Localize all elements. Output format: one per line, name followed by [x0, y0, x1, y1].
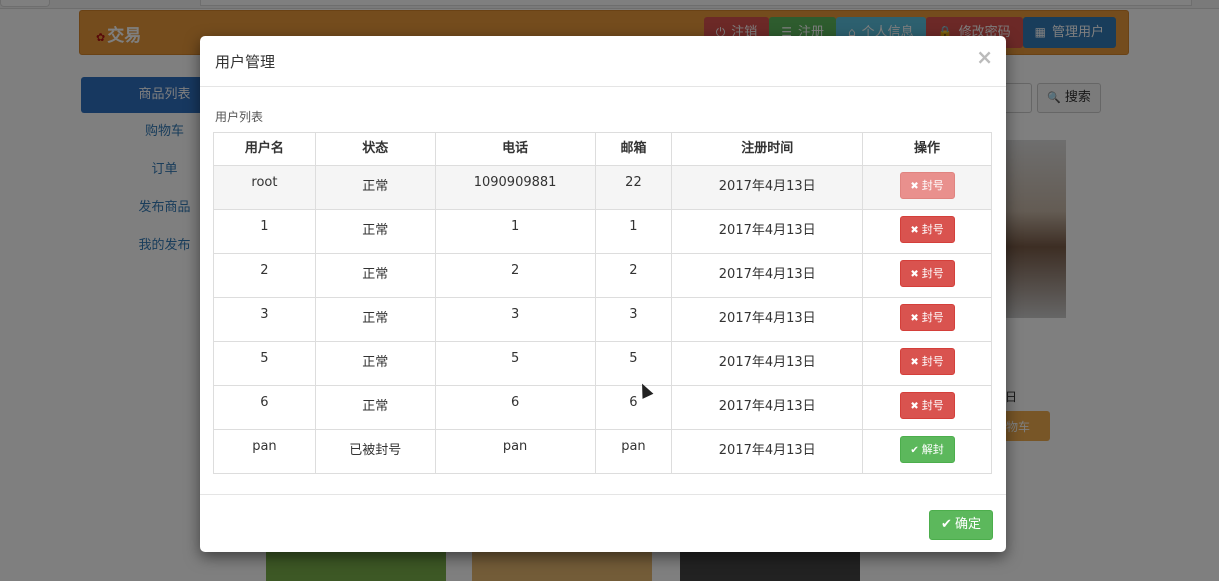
times-icon: ✖: [910, 269, 919, 280]
cell-registered: 2017年4月13日: [671, 165, 864, 210]
column-header: 用户名: [213, 132, 316, 166]
cell-email: 3: [594, 297, 673, 342]
cell-email: 1: [594, 209, 673, 254]
table-body: root 正常 1090909881 22 2017年4月13日 ✖ 封号 1 正常 1 1 2017…: [213, 165, 992, 474]
cell-phone: 3: [434, 297, 596, 342]
close-icon[interactable]: ×: [976, 45, 993, 69]
table-row: 2 正常 2 2 2017年4月13日 ✖ 封号: [213, 253, 992, 298]
modal-title: 用户管理: [215, 53, 276, 71]
cell-email: 22: [594, 165, 673, 210]
cell-action: ✖ 封号: [862, 165, 992, 210]
user-management-modal: 用户管理 × 用户列表 用户名 状态 电话 邮箱 注册时间 操作 root 正常 109090…: [200, 36, 1006, 552]
cell-email: pan: [594, 429, 673, 474]
cell-status: 正常: [314, 165, 436, 210]
times-icon: ✖: [910, 181, 919, 192]
cell-registered: 2017年4月13日: [671, 385, 864, 430]
table-row: 5 正常 5 5 2017年4月13日 ✖ 封号: [213, 341, 992, 386]
cell-email: 6: [594, 385, 673, 430]
ban-button[interactable]: ✖ 封号: [899, 304, 955, 331]
ban-button[interactable]: ✖ 封号: [899, 216, 955, 243]
cell-username: 1: [213, 209, 316, 254]
unban-button[interactable]: ✔ 解封: [899, 436, 955, 463]
cell-registered: 2017年4月13日: [671, 209, 864, 254]
modal-header: 用户管理 ×: [200, 36, 1006, 87]
check-icon: ✔: [910, 445, 919, 456]
modal-footer: ✔ 确定: [200, 494, 1006, 553]
action-button-label: 解封: [921, 443, 944, 456]
cell-phone: 2: [434, 253, 596, 298]
column-header: 操作: [862, 132, 992, 166]
cell-phone: 6: [434, 385, 596, 430]
cell-email: 2: [594, 253, 673, 298]
cell-status: 正常: [314, 297, 436, 342]
cell-registered: 2017年4月13日: [671, 297, 864, 342]
cell-username: 6: [213, 385, 316, 430]
column-header: 状态: [314, 132, 436, 166]
confirm-button-label: 确定: [954, 517, 981, 532]
cell-status: 正常: [314, 209, 436, 254]
check-icon: ✔: [941, 517, 952, 532]
cell-email: 5: [594, 341, 673, 386]
cell-action: ✖ 封号: [862, 209, 992, 254]
cell-registered: 2017年4月13日: [671, 253, 864, 298]
user-list-label: 用户列表: [215, 110, 264, 124]
table-row: 6 正常 6 6 2017年4月13日 ✖ 封号: [213, 385, 992, 430]
action-button-label: 封号: [921, 179, 944, 192]
column-header: 电话: [434, 132, 596, 166]
column-header: 注册时间: [671, 132, 864, 166]
cell-phone: 1: [434, 209, 596, 254]
column-header: 邮箱: [594, 132, 673, 166]
cell-phone: 1090909881: [434, 165, 596, 210]
cell-registered: 2017年4月13日: [671, 429, 864, 474]
ban-button[interactable]: ✖ 封号: [899, 392, 955, 419]
cell-username: pan: [213, 429, 316, 474]
table-row: 1 正常 1 1 2017年4月13日 ✖ 封号: [213, 209, 992, 254]
confirm-button[interactable]: ✔ 确定: [929, 510, 993, 540]
times-icon: ✖: [910, 357, 919, 368]
cell-action: ✔ 解封: [862, 429, 992, 474]
cell-username: root: [213, 165, 316, 210]
ban-button[interactable]: ✖ 封号: [899, 260, 955, 287]
cell-action: ✖ 封号: [862, 297, 992, 342]
action-button-label: 封号: [921, 267, 944, 280]
cell-status: 正常: [314, 341, 436, 386]
table-row: 3 正常 3 3 2017年4月13日 ✖ 封号: [213, 297, 992, 342]
user-table: 用户名 状态 电话 邮箱 注册时间 操作 root 正常 1090909881 22 2017年4…: [213, 132, 992, 474]
cell-username: 2: [213, 253, 316, 298]
cell-username: 3: [213, 297, 316, 342]
times-icon: ✖: [910, 225, 919, 236]
action-button-label: 封号: [921, 311, 944, 324]
cell-action: ✖ 封号: [862, 253, 992, 298]
cell-action: ✖ 封号: [862, 385, 992, 430]
cell-status: 已被封号: [314, 429, 436, 474]
cell-status: 正常: [314, 385, 436, 430]
cell-phone: 5: [434, 341, 596, 386]
ban-button[interactable]: ✖ 封号: [899, 172, 955, 199]
ban-button[interactable]: ✖ 封号: [899, 348, 955, 375]
table-row: pan 已被封号 pan pan 2017年4月13日 ✔ 解封: [213, 429, 992, 474]
action-button-label: 封号: [921, 223, 944, 236]
cell-phone: pan: [434, 429, 596, 474]
cell-action: ✖ 封号: [862, 341, 992, 386]
table-row: root 正常 1090909881 22 2017年4月13日 ✖ 封号: [213, 165, 992, 210]
cell-status: 正常: [314, 253, 436, 298]
cell-registered: 2017年4月13日: [671, 341, 864, 386]
times-icon: ✖: [910, 313, 919, 324]
table-header-row: 用户名 状态 电话 邮箱 注册时间 操作: [213, 132, 992, 166]
times-icon: ✖: [910, 401, 919, 412]
action-button-label: 封号: [921, 355, 944, 368]
action-button-label: 封号: [921, 399, 944, 412]
cell-username: 5: [213, 341, 316, 386]
